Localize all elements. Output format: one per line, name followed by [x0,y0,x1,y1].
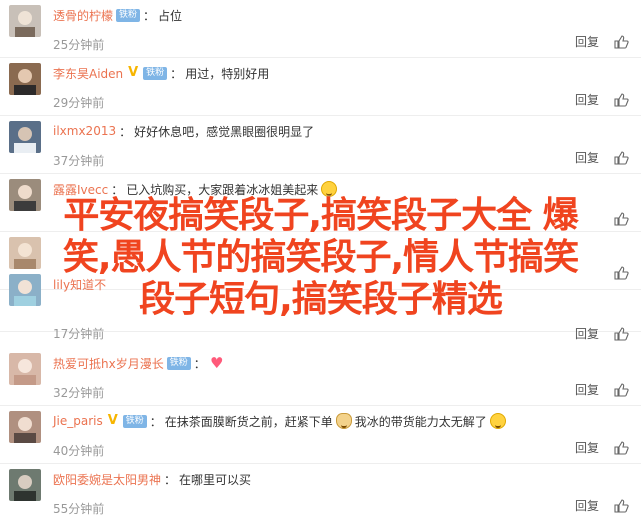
colon: ： [149,414,162,429]
heart-emoji-icon: ♥ [210,354,224,372]
comment-text: 好好休息吧，感觉黑眼圈很明显了 [134,124,315,139]
avatar[interactable] [9,411,41,443]
comment-text: 在抹茶面膜断货之前，赶紧下单 [164,414,333,429]
comment-row: Jie_paris V 铁粉 ： 在抹茶面膜断货之前，赶紧下单 我冰的带货能力太… [0,406,641,464]
timestamp: 25分钟前 [53,38,105,52]
timestamp: 40分钟前 [53,444,105,458]
overlay-line-3: 段子短句,搞笑段子精选 [139,279,503,320]
timestamp: 17分钟前 [53,327,105,341]
thumbs-up-icon[interactable] [613,92,629,108]
thumbs-up-icon[interactable] [613,498,629,514]
verified-v-icon: V [107,413,118,428]
comment-row: 热爱可抵hx岁月漫长 铁粉 ： ♥ 32分钟前 回复 [0,348,641,406]
username[interactable]: ilxmx2013 [53,124,116,138]
comment-row: 欧阳委婉是太阳男神 ： 在哪里可以买 55分钟前 回复 [0,464,641,522]
cat-emoji-icon [335,413,352,429]
comment-row: ilxmx2013 ： 好好休息吧，感觉黑眼圈很明显了 37分钟前 回复 [0,116,641,174]
thumbs-up-icon[interactable] [613,382,629,398]
username[interactable]: 李东昊Aiden [53,65,123,82]
comment-row: 透骨的柠檬 铁粉 ： 占位 25分钟前 回复 [0,0,641,58]
grin-emoji-icon [489,413,506,429]
thumbs-up-icon[interactable] [613,150,629,166]
timestamp: 37分钟前 [53,154,105,168]
comment-text: 在哪里可以买 [179,472,252,487]
avatar[interactable] [9,5,41,37]
reply-button[interactable]: 回复 [575,381,599,398]
username[interactable]: 热爱可抵hx岁月漫长 [53,355,164,372]
avatar[interactable] [9,353,41,385]
reply-button[interactable]: 回复 [575,33,599,50]
colon: ： [164,472,177,487]
colon: ： [193,356,206,371]
overlay-line-2: 笑,愚人节的搞笑段子,情人节搞笑 [62,237,579,278]
overlay-headline: 平安夜搞笑段子,搞笑段子大全 爆 笑,愚人节的搞笑段子,情人节搞笑 段子短句,搞… [0,195,641,321]
fan-badge: 铁粉 [116,8,141,22]
colon: ： [143,8,156,23]
timestamp: 32分钟前 [53,386,105,400]
avatar[interactable] [9,469,41,501]
reply-button[interactable]: 回复 [575,439,599,456]
timestamp: 55分钟前 [53,502,105,516]
avatar[interactable] [9,63,41,95]
username[interactable]: 欧阳委婉是太阳男神 [53,471,161,488]
verified-v-icon: V [128,65,139,80]
colon: ： [170,66,183,81]
comment-row: 李东昊Aiden V 铁粉 ： 用过，特别好用 29分钟前 回复 [0,58,641,116]
thumbs-up-icon[interactable] [613,34,629,50]
fan-badge: 铁粉 [122,414,147,428]
comment-text-continued: 我冰的带货能力太无解了 [354,414,487,429]
reply-button[interactable]: 回复 [575,91,599,108]
username[interactable]: 透骨的柠檬 [53,7,113,24]
reply-button[interactable]: 回复 [575,497,599,514]
username[interactable]: Jie_paris [53,414,103,428]
reply-button[interactable]: 回复 [575,325,599,342]
comment-text: 占位 [158,8,183,23]
fan-badge: 铁粉 [143,66,168,80]
thumbs-up-icon[interactable] [613,326,629,342]
colon: ： [119,124,132,139]
overlay-line-1: 平安夜搞笑段子,搞笑段子大全 爆 [63,195,578,236]
avatar[interactable] [9,121,41,153]
thumbs-up-icon[interactable] [613,440,629,456]
reply-button[interactable]: 回复 [575,149,599,166]
comment-text: 用过，特别好用 [185,66,270,81]
timestamp: 29分钟前 [53,96,105,110]
fan-badge: 铁粉 [166,356,191,370]
